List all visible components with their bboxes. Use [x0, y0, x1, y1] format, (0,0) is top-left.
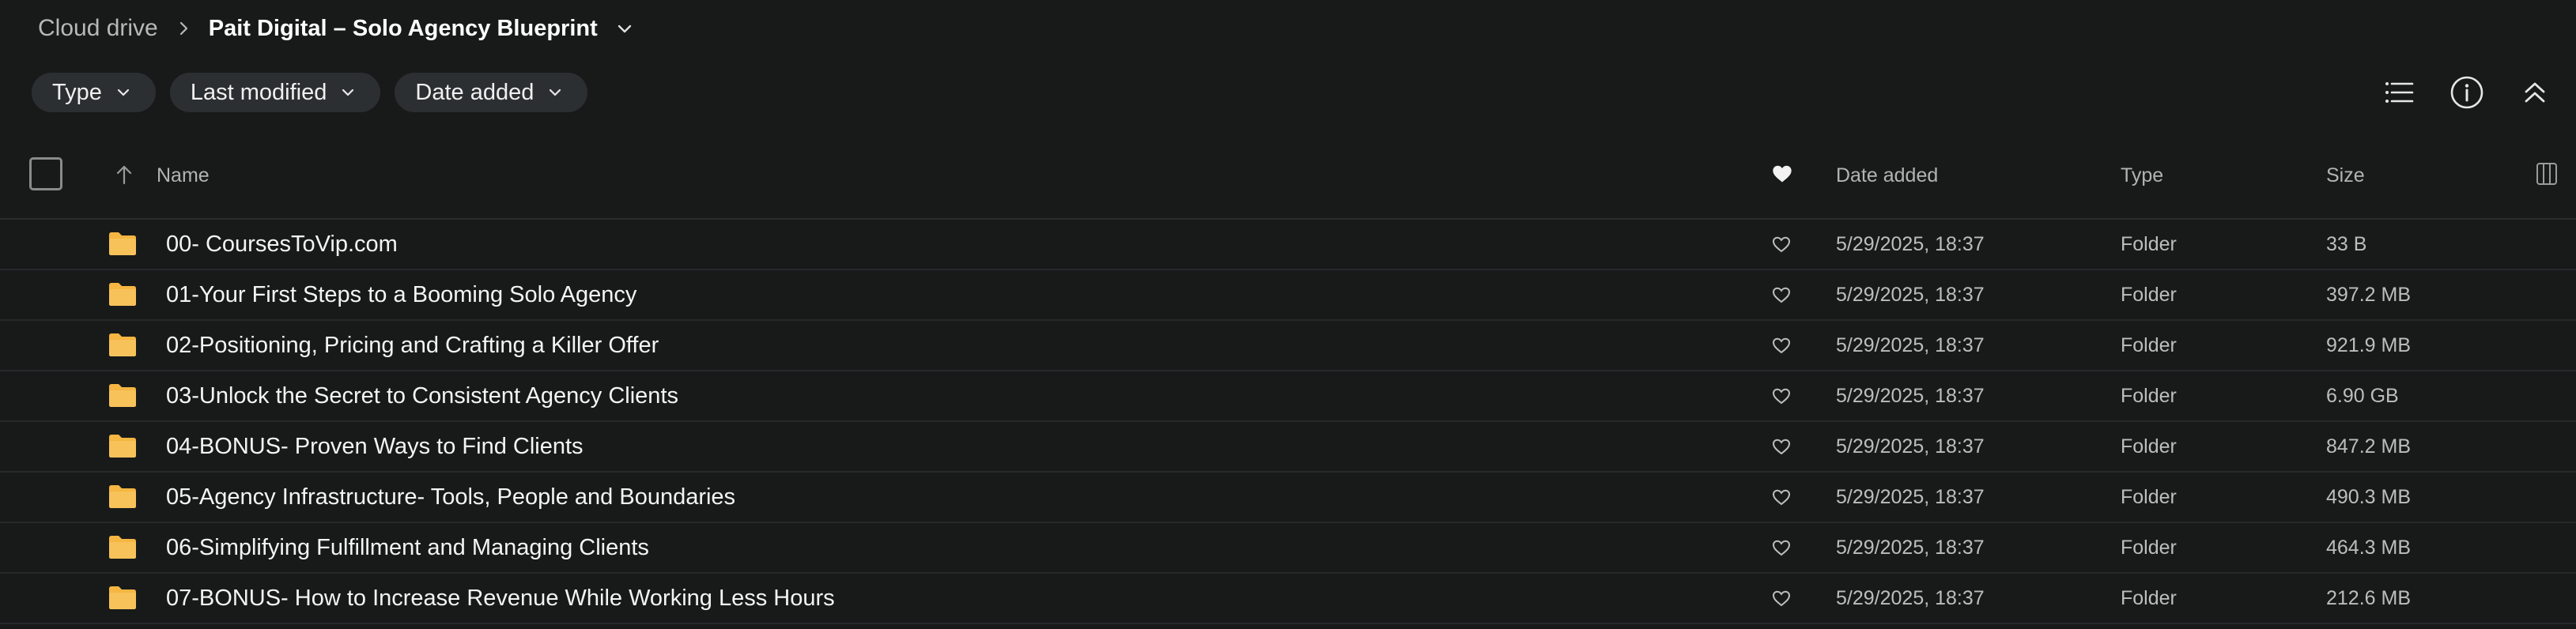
row-size: 6.90 GB [2326, 385, 2399, 407]
filter-last-modified-button[interactable]: Last modified [169, 73, 381, 112]
breadcrumb-root-link[interactable]: Cloud drive [38, 15, 158, 42]
table-row[interactable]: 07-BONUS- How to Increase Revenue While … [0, 574, 2576, 624]
chevron-right-icon [176, 21, 191, 36]
row-size: 464.3 MB [2326, 537, 2412, 559]
table-row[interactable]: 02-Positioning, Pricing and Crafting a K… [0, 321, 2576, 371]
row-type: Folder [2121, 587, 2177, 609]
info-icon[interactable] [2448, 73, 2486, 111]
heart-outline-icon[interactable] [1771, 285, 1792, 304]
breadcrumb: Cloud drive Pait Digital – Solo Agency B… [38, 11, 634, 46]
column-header-date-added[interactable]: Date added [1836, 161, 1938, 190]
heart-outline-icon[interactable] [1771, 437, 1792, 456]
row-name[interactable]: 02-Positioning, Pricing and Crafting a K… [166, 321, 659, 370]
heart-outline-icon[interactable] [1771, 235, 1792, 254]
row-size: 921.9 MB [2326, 334, 2412, 356]
row-date-added: 5/29/2025, 18:37 [1836, 486, 1985, 508]
view-toolbar [2380, 71, 2554, 114]
row-date-added: 5/29/2025, 18:37 [1836, 435, 1985, 458]
row-size: 212.6 MB [2326, 587, 2412, 609]
table-header: Name Date added Type Size [0, 141, 2576, 220]
column-header-size[interactable]: Size [2326, 161, 2365, 190]
row-name[interactable]: 03-Unlock the Secret to Consistent Agenc… [166, 371, 678, 420]
row-name[interactable]: 01-Your First Steps to a Booming Solo Ag… [166, 270, 636, 319]
columns-settings-icon[interactable] [2535, 161, 2559, 186]
heart-filled-icon[interactable] [1771, 163, 1793, 185]
row-date-added: 5/29/2025, 18:37 [1836, 385, 1985, 407]
folder-icon [109, 485, 136, 508]
row-type: Folder [2121, 486, 2177, 508]
folder-icon [109, 384, 136, 407]
file-list: 00- CoursesToVip.com 5/29/2025, 18:37 Fo… [0, 220, 2576, 624]
row-type: Folder [2121, 385, 2177, 407]
heart-outline-icon[interactable] [1771, 386, 1792, 405]
breadcrumb-current-folder[interactable]: Pait Digital – Solo Agency Blueprint [209, 16, 598, 42]
row-name[interactable]: 00- CoursesToVip.com [166, 220, 398, 269]
sort-ascending-icon[interactable] [114, 163, 134, 186]
filter-label: Type [52, 79, 102, 105]
list-view-icon[interactable] [2380, 73, 2418, 111]
table-row[interactable]: 04-BONUS- Proven Ways to Find Clients 5/… [0, 422, 2576, 473]
row-size: 847.2 MB [2326, 435, 2412, 458]
row-date-added: 5/29/2025, 18:37 [1836, 537, 1985, 559]
row-type: Folder [2121, 284, 2177, 306]
filter-bar: Type Last modified Date added [32, 73, 588, 112]
row-size: 397.2 MB [2326, 284, 2412, 306]
row-date-added: 5/29/2025, 18:37 [1836, 284, 1985, 306]
row-date-added: 5/29/2025, 18:37 [1836, 334, 1985, 356]
table-row[interactable]: 06-Simplifying Fulfillment and Managing … [0, 523, 2576, 574]
table-row[interactable]: 05-Agency Infrastructure- Tools, People … [0, 473, 2576, 523]
table-row[interactable]: 01-Your First Steps to a Booming Solo Ag… [0, 270, 2576, 321]
row-name[interactable]: 07-BONUS- How to Increase Revenue While … [166, 574, 835, 623]
row-name[interactable]: 04-BONUS- Proven Ways to Find Clients [166, 422, 584, 471]
table-row[interactable]: 03-Unlock the Secret to Consistent Agenc… [0, 371, 2576, 422]
collapse-icon[interactable] [2516, 73, 2554, 111]
table-row[interactable]: 00- CoursesToVip.com 5/29/2025, 18:37 Fo… [0, 220, 2576, 270]
folder-icon [109, 283, 136, 306]
row-type: Folder [2121, 537, 2177, 559]
heart-outline-icon[interactable] [1771, 488, 1792, 507]
heart-outline-icon[interactable] [1771, 336, 1792, 355]
row-type: Folder [2121, 435, 2177, 458]
heart-outline-icon[interactable] [1771, 589, 1792, 608]
column-header-type[interactable]: Type [2121, 161, 2163, 190]
chevron-down-icon [342, 89, 354, 96]
column-header-name[interactable]: Name [157, 161, 210, 190]
filter-label: Last modified [190, 79, 327, 105]
chevron-down-icon [550, 89, 561, 96]
row-name[interactable]: 05-Agency Infrastructure- Tools, People … [166, 473, 735, 522]
chevron-down-icon[interactable] [615, 19, 634, 38]
select-all-checkbox[interactable] [29, 157, 62, 190]
row-date-added: 5/29/2025, 18:37 [1836, 587, 1985, 609]
row-type: Folder [2121, 334, 2177, 356]
row-name[interactable]: 06-Simplifying Fulfillment and Managing … [166, 523, 649, 572]
row-date-added: 5/29/2025, 18:37 [1836, 233, 1985, 255]
row-size: 490.3 MB [2326, 486, 2412, 508]
folder-icon [109, 586, 136, 609]
heart-outline-icon[interactable] [1771, 538, 1792, 557]
filter-date-added-button[interactable]: Date added [395, 73, 588, 112]
row-size: 33 B [2326, 233, 2367, 255]
folder-icon [109, 232, 136, 255]
cloud-drive-page: Cloud drive Pait Digital – Solo Agency B… [0, 0, 2576, 629]
folder-icon [109, 333, 136, 356]
filter-type-button[interactable]: Type [32, 73, 156, 112]
chevron-down-icon [117, 89, 129, 96]
folder-icon [109, 536, 136, 559]
folder-icon [109, 435, 136, 458]
filter-label: Date added [415, 79, 534, 105]
row-type: Folder [2121, 233, 2177, 255]
